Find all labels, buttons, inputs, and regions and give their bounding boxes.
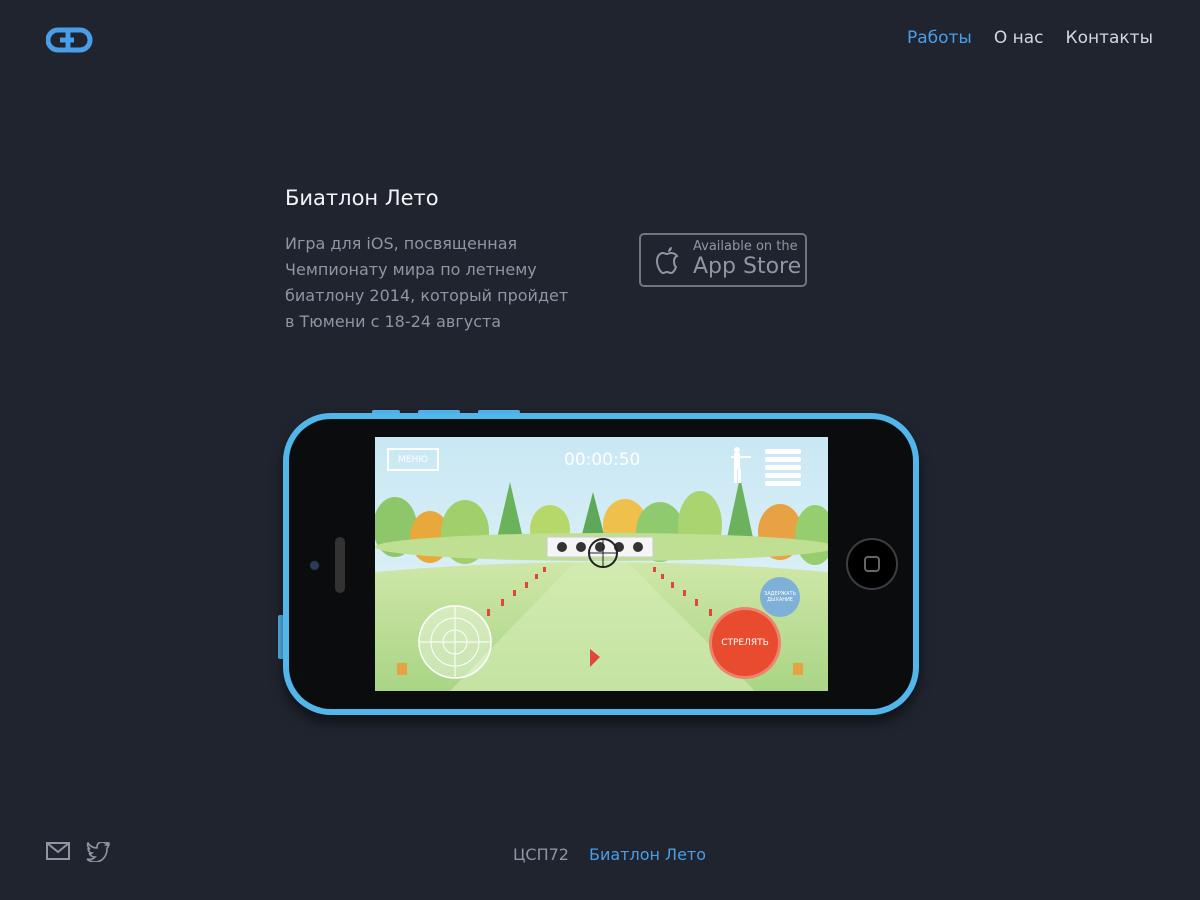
phone-home-button[interactable] [846,538,898,590]
apple-icon [655,247,679,275]
breadcrumb-current[interactable]: Биатлон Лето [589,845,706,864]
twitter-icon[interactable] [86,840,110,866]
game-timer: 00:00:50 [564,450,641,470]
main-nav: Работы О нас Контакты [907,28,1153,48]
phone-speaker [335,537,345,593]
shoot-button[interactable]: СТРЕЛЯТЬ [709,607,781,679]
mail-icon[interactable] [46,842,70,866]
nav-about[interactable]: О нас [994,28,1044,48]
app-store-small-label: Available on the [693,239,798,254]
phone-camera [309,560,320,571]
app-store-button[interactable]: Available on the App Store [639,233,807,287]
flag [793,663,803,675]
hold-breath-button[interactable]: ЗАДЕРЖАТЬ ДЫХАНИЕ [760,577,800,617]
flag [397,663,407,675]
game-screenshot: МЕНЮ 00:00:50 ЗАДЕРЖАТЬ ДЫХАНИЕ СТРЕЛЯТЬ [375,437,828,691]
project-description: Игра для iOS, посвященная Чемпионату мир… [285,234,569,331]
logo-icon[interactable] [46,26,94,54]
game-menu-button[interactable]: МЕНЮ [387,448,439,471]
nav-works[interactable]: Работы [907,28,972,48]
footer-social [46,840,110,866]
breadcrumb-link[interactable]: ЦСП72 [513,845,569,864]
aim-radar [418,605,492,679]
breadcrumb: ЦСП72 Биатлон Лето [513,845,706,864]
app-store-big-label: App Store [693,254,802,279]
nav-contacts[interactable]: Контакты [1066,28,1154,48]
project-title: Биатлон Лето [285,186,439,210]
